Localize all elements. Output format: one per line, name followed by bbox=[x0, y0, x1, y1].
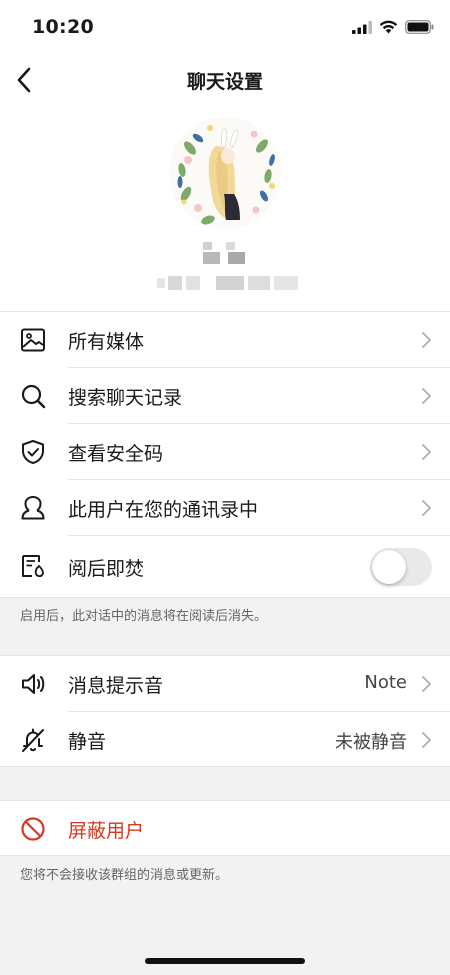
chevron-right-icon bbox=[422, 732, 431, 748]
chevron-right-icon bbox=[422, 676, 431, 692]
burn-after-read-note: 启用后，此对话中的消息将在阅读后消失。 bbox=[20, 609, 268, 624]
burn-after-read-label: 阅后即焚 bbox=[68, 558, 145, 580]
burn-after-read-toggle[interactable] bbox=[370, 548, 432, 586]
notification-sound-row[interactable]: 消息提示音 Note bbox=[0, 656, 450, 711]
wifi-icon bbox=[379, 20, 398, 34]
block-note: 您将不会接收该群组的消息或更新。 bbox=[20, 868, 229, 883]
mute-row[interactable]: 静音 未被静音 bbox=[0, 712, 450, 767]
block-user-row[interactable]: 屏蔽用户 bbox=[0, 801, 450, 856]
profile-header bbox=[0, 106, 450, 311]
status-time: 10:20 bbox=[32, 16, 94, 38]
user-icon bbox=[21, 495, 45, 520]
mute-label: 静音 bbox=[68, 731, 107, 753]
toggle-knob bbox=[372, 550, 406, 584]
in-contacts-label: 此用户在您的通讯录中 bbox=[68, 499, 259, 521]
home-indicator bbox=[145, 958, 305, 964]
search-icon bbox=[21, 384, 46, 409]
chevron-right-icon bbox=[422, 332, 431, 348]
shield-check-icon bbox=[22, 440, 44, 464]
safety-code-row[interactable]: 查看安全码 bbox=[0, 424, 450, 479]
status-bar: 10:20 bbox=[0, 0, 450, 54]
bell-off-icon bbox=[22, 728, 44, 752]
status-icons bbox=[352, 18, 434, 36]
block-user-label: 屏蔽用户 bbox=[68, 820, 145, 842]
notification-sound-label: 消息提示音 bbox=[68, 675, 164, 697]
battery-icon bbox=[405, 20, 434, 34]
search-history-label: 搜索聊天记录 bbox=[68, 387, 183, 409]
block-section: 屏蔽用户 bbox=[0, 800, 450, 856]
chat-options-section: 所有媒体 搜索聊天记录 查看安全码 此用户在您的通讯录中 阅后即焚 bbox=[0, 311, 450, 598]
speaker-icon bbox=[22, 674, 45, 694]
disappearing-message-icon bbox=[22, 555, 44, 578]
all-media-row[interactable]: 所有媒体 bbox=[0, 312, 450, 367]
chevron-right-icon bbox=[422, 388, 431, 404]
page-title: 聊天设置 bbox=[186, 71, 263, 93]
nav-bar: 聊天设置 bbox=[0, 54, 450, 106]
chevron-right-icon bbox=[422, 444, 431, 460]
in-contacts-row[interactable]: 此用户在您的通讯录中 bbox=[0, 480, 450, 535]
mute-value: 未被静音 bbox=[335, 732, 407, 753]
notification-sound-value: Note bbox=[364, 672, 407, 693]
chevron-right-icon bbox=[422, 500, 431, 516]
all-media-label: 所有媒体 bbox=[68, 331, 145, 353]
notification-section: 消息提示音 Note 静音 未被静音 bbox=[0, 655, 450, 767]
search-history-row[interactable]: 搜索聊天记录 bbox=[0, 368, 450, 423]
burn-after-read-row: 阅后即焚 bbox=[0, 536, 450, 598]
block-icon bbox=[21, 817, 45, 841]
signal-icon bbox=[352, 20, 372, 34]
safety-code-label: 查看安全码 bbox=[68, 443, 164, 465]
image-icon bbox=[21, 328, 45, 352]
avatar[interactable] bbox=[168, 116, 282, 230]
